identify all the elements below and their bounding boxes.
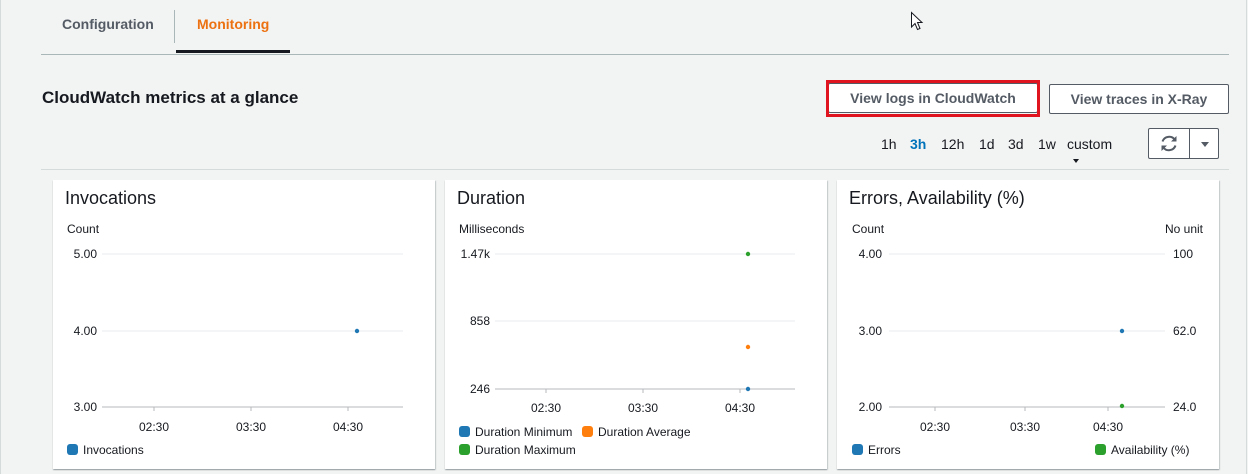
invocations-card: Invocations Count 5.00 4.00 3.00 02:30 0… [53, 180, 435, 469]
legend-swatch [1095, 444, 1106, 455]
x-tick-label: 03:30 [1010, 420, 1040, 434]
range-custom[interactable]: custom [1067, 136, 1112, 168]
legend-swatch [582, 426, 593, 437]
range-3d[interactable]: 3d [1008, 136, 1024, 152]
legend-label: Invocations [83, 443, 144, 457]
x-tick-label: 04:30 [1093, 420, 1123, 434]
legend-item-duration-minimum[interactable]: Duration Minimum [459, 425, 572, 439]
legend-swatch [67, 444, 78, 455]
data-point-duration-average [745, 344, 751, 350]
y-tick-label: 2.00 [859, 400, 883, 414]
x-tick-label: 04:30 [333, 420, 363, 434]
legend-label: Duration Maximum [475, 443, 576, 457]
range-1h[interactable]: 1h [881, 136, 897, 152]
mouse-cursor-icon [911, 11, 924, 31]
y-tick-label: 4.00 [859, 247, 883, 261]
tab-monitoring[interactable]: Monitoring [176, 0, 291, 53]
tab-divider [174, 10, 175, 43]
caret-down-icon [1201, 142, 1209, 147]
range-12h[interactable]: 12h [941, 136, 964, 152]
view-logs-button[interactable]: View logs in CloudWatch [828, 83, 1038, 113]
legend-label: Errors [868, 443, 901, 457]
y-tick-label: 858 [470, 314, 490, 328]
tab-bar: Configuration Monitoring [41, 0, 1229, 55]
data-point-duration-minimum [745, 386, 751, 392]
legend-label: Availability (%) [1111, 443, 1190, 457]
x-tick-label: 03:30 [236, 420, 266, 434]
y-tick-label: 3.00 [74, 400, 98, 414]
legend-label: Duration Minimum [475, 425, 573, 439]
range-3h[interactable]: 3h [910, 136, 926, 152]
caret-down-icon [1073, 159, 1079, 164]
legend-item-availability[interactable]: Availability (%) [1095, 443, 1189, 457]
x-tick-label: 03:30 [628, 401, 658, 415]
y-axis-label: Milliseconds [459, 222, 524, 236]
x-tick-label: 02:30 [531, 401, 561, 415]
legend-item-duration-average[interactable]: Duration Average [582, 425, 691, 439]
invocations-chart: Count 5.00 4.00 3.00 02:30 03:30 04:30 [67, 222, 403, 434]
y2-tick-label: 24.0 [1173, 400, 1197, 414]
y2-tick-label: 62.0 [1173, 324, 1197, 338]
legend-label: Duration Average [598, 425, 691, 439]
legend-item-errors[interactable]: Errors [852, 443, 901, 457]
legend-item-invocations[interactable]: Invocations [67, 443, 144, 457]
y-tick-label: 5.00 [74, 247, 98, 261]
data-point-invocations [354, 328, 360, 334]
errors-availability-chart: Count No unit 4.00 3.00 2.00 100 62.0 24… [852, 222, 1204, 434]
y-tick-label: 4.00 [74, 324, 98, 338]
data-point-availability [1119, 403, 1125, 409]
y-tick-label: 3.00 [859, 324, 883, 338]
y-tick-label: 1.47k [461, 247, 491, 261]
y2-tick-label: 100 [1173, 247, 1193, 261]
legend-item-duration-maximum[interactable]: Duration Maximum [459, 443, 576, 457]
y2-axis-label: No unit [1165, 222, 1204, 236]
tab-configuration[interactable]: Configuration [41, 0, 175, 52]
range-custom-label: custom [1067, 136, 1113, 152]
y-axis-label: Count [67, 222, 100, 236]
x-tick-label: 04:30 [725, 401, 755, 415]
legend-swatch [459, 426, 470, 437]
legend-swatch [459, 444, 470, 455]
data-point-errors [1119, 328, 1125, 334]
y-axis-label: Count [852, 222, 885, 236]
errors-availability-card: Errors, Availability (%) Count No unit 4… [837, 180, 1219, 469]
range-1d[interactable]: 1d [979, 136, 995, 152]
x-tick-label: 02:30 [139, 420, 169, 434]
range-1w[interactable]: 1w [1038, 136, 1056, 152]
section-divider [41, 169, 1229, 170]
data-point-duration-maximum [745, 251, 751, 257]
section-title: CloudWatch metrics at a glance [42, 88, 299, 107]
duration-card: Duration Milliseconds 1.47k 858 246 02:3… [445, 180, 827, 469]
refresh-icon [1161, 135, 1177, 152]
refresh-button[interactable] [1148, 128, 1190, 159]
x-tick-label: 02:30 [920, 420, 950, 434]
y-tick-label: 246 [470, 382, 490, 396]
legend-swatch [852, 444, 863, 455]
refresh-options-dropdown[interactable] [1189, 128, 1219, 159]
view-traces-button[interactable]: View traces in X-Ray [1049, 84, 1229, 114]
